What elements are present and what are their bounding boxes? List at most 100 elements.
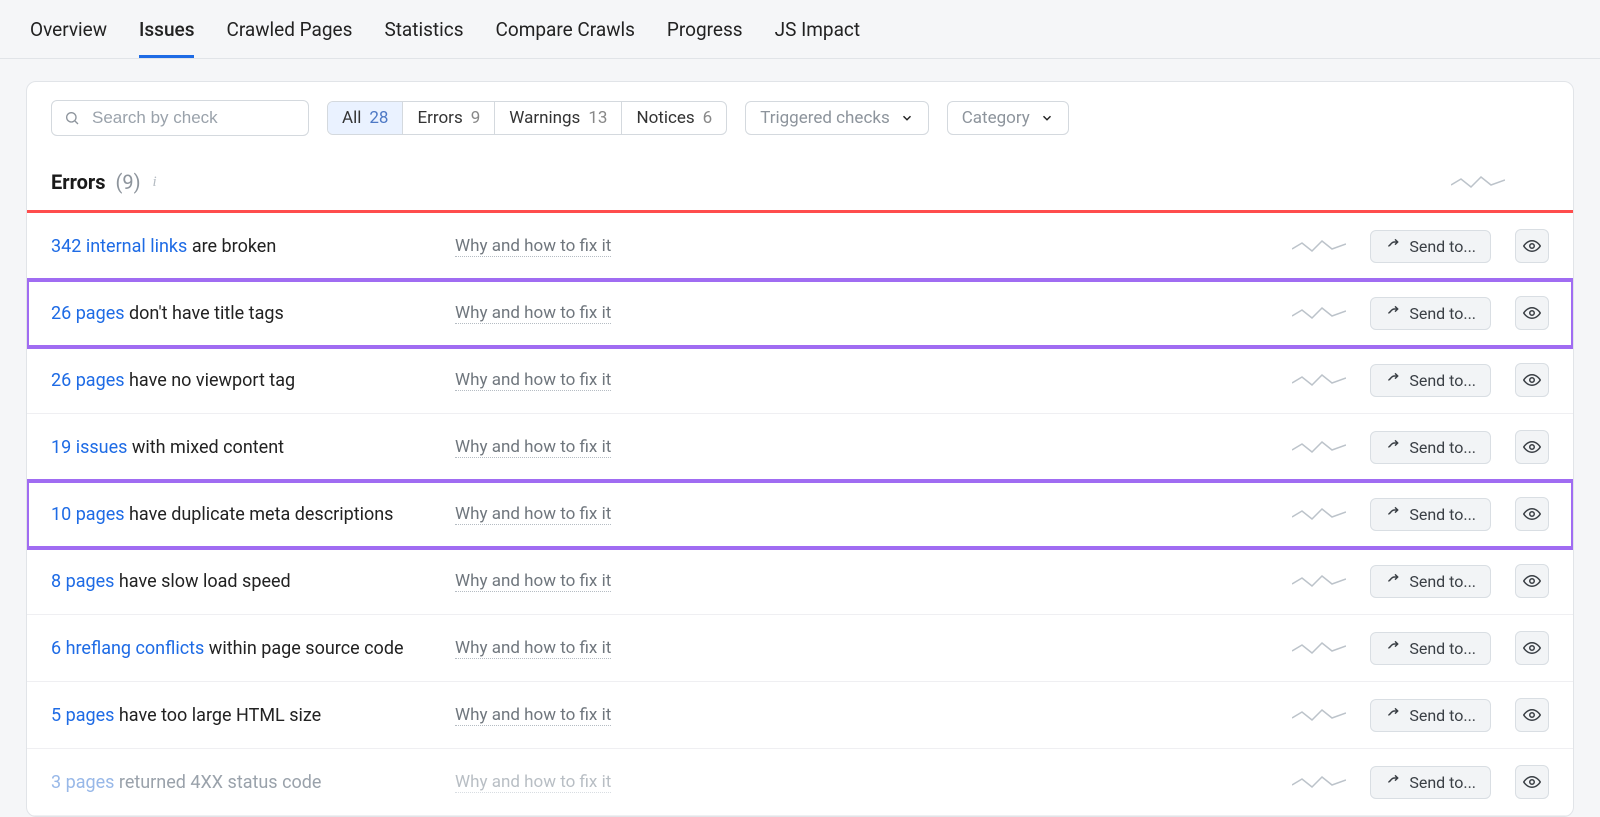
tab-js-impact[interactable]: JS Impact [775,0,860,58]
report-tabs: Overview Issues Crawled Pages Statistics Com… [0,0,1600,59]
trend-sparkline-icon [1292,773,1346,791]
send-to-button[interactable]: Send to... [1370,230,1491,263]
why-and-how-link[interactable]: Why and how to fix it [455,705,611,726]
filter-label: All [342,108,361,128]
send-to-button[interactable]: Send to... [1370,364,1491,397]
view-button[interactable] [1515,296,1549,330]
share-arrow-icon [1385,305,1401,321]
issue-text: 26 pages don't have title tags [51,303,431,324]
send-label: Send to... [1409,572,1476,591]
send-label: Send to... [1409,706,1476,725]
send-to-button[interactable]: Send to... [1370,498,1491,531]
trend-sparkline-icon [1451,173,1505,191]
issue-description: have slow load speed [114,571,290,592]
tab-progress[interactable]: Progress [667,0,743,58]
why-and-how-link[interactable]: Why and how to fix it [455,504,611,525]
share-arrow-icon [1385,238,1401,254]
filter-count: 9 [471,108,481,128]
why-and-how-link[interactable]: Why and how to fix it [455,638,611,659]
issue-row: 26 pages don't have title tags Why and ho… [27,280,1573,347]
search-input[interactable] [90,107,315,129]
send-to-button[interactable]: Send to... [1370,565,1491,598]
eye-icon [1523,371,1541,389]
view-button[interactable] [1515,631,1549,665]
send-to-button[interactable]: Send to... [1370,699,1491,732]
filter-count: 13 [588,108,607,128]
issue-text: 5 pages have too large HTML size [51,705,431,726]
send-to-button[interactable]: Send to... [1370,297,1491,330]
issue-link[interactable]: 342 internal links [51,236,187,257]
issue-text: 26 pages have no viewport tag [51,370,431,391]
issues-card: All28Errors9Warnings13Notices6 Triggered… [26,81,1574,817]
issue-link[interactable]: 6 hreflang conflicts [51,638,204,659]
trend-sparkline-icon [1292,304,1346,322]
tab-overview[interactable]: Overview [30,0,107,58]
why-and-how-link[interactable]: Why and how to fix it [455,236,611,257]
why-and-how-link[interactable]: Why and how to fix it [455,772,611,793]
issue-link[interactable]: 5 pages [51,705,114,726]
share-arrow-icon [1385,573,1401,589]
triggered-checks-dropdown[interactable]: Triggered checks [745,101,929,135]
view-button[interactable] [1515,229,1549,263]
issue-description: have too large HTML size [114,705,321,726]
view-button[interactable] [1515,564,1549,598]
dropdown-label: Triggered checks [760,108,890,128]
issue-row: 19 issues with mixed content Why and how … [27,414,1573,481]
eye-icon [1523,237,1541,255]
issue-link[interactable]: 10 pages [51,504,125,525]
eye-icon [1523,505,1541,523]
chevron-down-icon [1040,111,1054,125]
issue-row: 6 hreflang conflicts within page source … [27,615,1573,682]
send-to-button[interactable]: Send to... [1370,431,1491,464]
issue-description: have no viewport tag [125,370,296,391]
share-arrow-icon [1385,506,1401,522]
tab-statistics[interactable]: Statistics [384,0,463,58]
issue-description: with mixed content [127,437,284,458]
issue-link[interactable]: 19 issues [51,437,127,458]
filter-warnings[interactable]: Warnings13 [495,102,622,134]
view-button[interactable] [1515,497,1549,531]
issue-row: 10 pages have duplicate meta description… [27,481,1573,548]
share-arrow-icon [1385,372,1401,388]
send-label: Send to... [1409,639,1476,658]
issue-description: returned 4XX status code [114,772,321,793]
chevron-down-icon [900,111,914,125]
send-label: Send to... [1409,505,1476,524]
section-count: (9) [115,170,140,194]
eye-icon [1523,304,1541,322]
trend-sparkline-icon [1292,505,1346,523]
issue-description: are broken [187,236,276,257]
issue-link[interactable]: 26 pages [51,370,125,391]
issue-text: 19 issues with mixed content [51,437,431,458]
dropdown-label: Category [962,108,1030,128]
tab-issues[interactable]: Issues [139,0,194,58]
search-icon [64,110,80,126]
filter-segments: All28Errors9Warnings13Notices6 [327,101,727,135]
send-label: Send to... [1409,371,1476,390]
why-and-how-link[interactable]: Why and how to fix it [455,303,611,324]
trend-sparkline-icon [1292,706,1346,724]
why-and-how-link[interactable]: Why and how to fix it [455,370,611,391]
filter-notices[interactable]: Notices6 [622,102,726,134]
filter-all[interactable]: All28 [328,102,403,134]
issue-text: 6 hreflang conflicts within page source … [51,638,431,659]
trend-sparkline-icon [1292,438,1346,456]
category-dropdown[interactable]: Category [947,101,1069,135]
filter-errors[interactable]: Errors9 [403,102,495,134]
view-button[interactable] [1515,363,1549,397]
send-to-button[interactable]: Send to... [1370,766,1491,799]
view-button[interactable] [1515,765,1549,799]
issue-link[interactable]: 3 pages [51,772,114,793]
send-to-button[interactable]: Send to... [1370,632,1491,665]
issue-link[interactable]: 26 pages [51,303,125,324]
why-and-how-link[interactable]: Why and how to fix it [455,571,611,592]
issue-link[interactable]: 8 pages [51,571,114,592]
tab-crawled-pages[interactable]: Crawled Pages [226,0,352,58]
section-header: Errors (9) i [27,156,1573,210]
search-box[interactable] [51,100,309,136]
view-button[interactable] [1515,698,1549,732]
view-button[interactable] [1515,430,1549,464]
why-and-how-link[interactable]: Why and how to fix it [455,437,611,458]
tab-compare-crawls[interactable]: Compare Crawls [496,0,635,58]
info-icon[interactable]: i [151,174,157,191]
